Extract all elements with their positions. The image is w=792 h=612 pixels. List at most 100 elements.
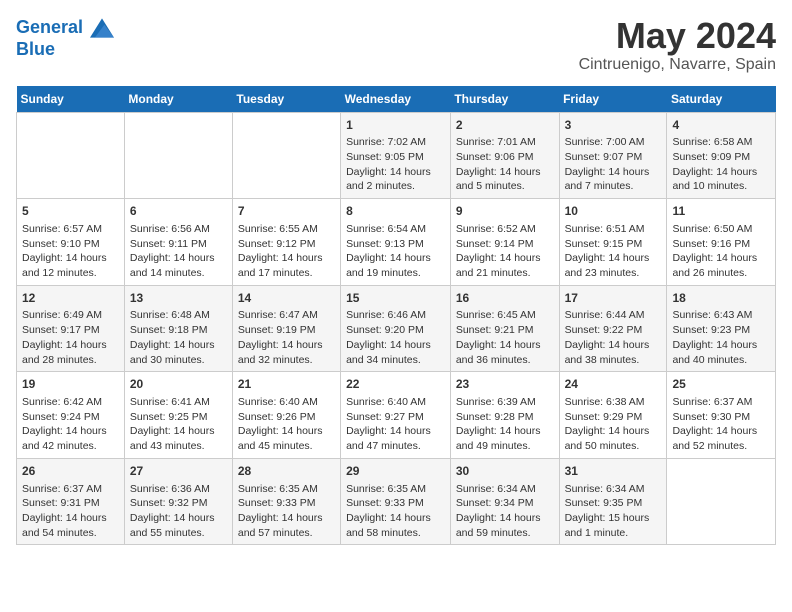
location-title: Cintruenigo, Navarre, Spain xyxy=(579,56,776,74)
cell-content-line: Sunset: 9:14 PM xyxy=(456,237,554,252)
title-area: May 2024 Cintruenigo, Navarre, Spain xyxy=(579,16,776,74)
calendar-table: SundayMondayTuesdayWednesdayThursdayFrid… xyxy=(16,86,776,546)
cell-content-line: and 55 minutes. xyxy=(130,526,227,541)
day-number: 18 xyxy=(672,290,770,307)
cell-content-line: Sunrise: 7:01 AM xyxy=(456,135,554,150)
cell-content-line: Sunset: 9:07 PM xyxy=(565,150,662,165)
calendar-cell: 26Sunrise: 6:37 AMSunset: 9:31 PMDayligh… xyxy=(17,458,125,545)
cell-content-line: Sunrise: 6:56 AM xyxy=(130,222,227,237)
cell-content-line: Sunset: 9:20 PM xyxy=(346,323,445,338)
calendar-cell: 31Sunrise: 6:34 AMSunset: 9:35 PMDayligh… xyxy=(559,458,667,545)
calendar-cell: 24Sunrise: 6:38 AMSunset: 9:29 PMDayligh… xyxy=(559,372,667,459)
cell-content-line: Sunset: 9:30 PM xyxy=(672,410,770,425)
cell-content-line: Daylight: 14 hours xyxy=(130,338,227,353)
cell-content-line: Sunset: 9:16 PM xyxy=(672,237,770,252)
calendar-cell: 28Sunrise: 6:35 AMSunset: 9:33 PMDayligh… xyxy=(232,458,340,545)
day-number: 11 xyxy=(672,203,770,220)
calendar-cell xyxy=(232,112,340,199)
cell-content-line: Sunset: 9:22 PM xyxy=(565,323,662,338)
cell-content-line: Daylight: 14 hours xyxy=(22,251,119,266)
cell-content-line: and 38 minutes. xyxy=(565,353,662,368)
logo-blue-text: Blue xyxy=(16,40,114,60)
calendar-cell: 19Sunrise: 6:42 AMSunset: 9:24 PMDayligh… xyxy=(17,372,125,459)
calendar-cell: 6Sunrise: 6:56 AMSunset: 9:11 PMDaylight… xyxy=(124,199,232,286)
day-number: 6 xyxy=(130,203,227,220)
day-number: 25 xyxy=(672,376,770,393)
cell-content-line: and 26 minutes. xyxy=(672,266,770,281)
calendar-cell: 4Sunrise: 6:58 AMSunset: 9:09 PMDaylight… xyxy=(667,112,776,199)
day-number: 24 xyxy=(565,376,662,393)
calendar-body: 1Sunrise: 7:02 AMSunset: 9:05 PMDaylight… xyxy=(17,112,776,545)
cell-content-line: Sunrise: 6:41 AM xyxy=(130,395,227,410)
month-title: May 2024 xyxy=(579,16,776,56)
cell-content-line: Sunrise: 6:40 AM xyxy=(238,395,335,410)
cell-content-line: and 23 minutes. xyxy=(565,266,662,281)
cell-content-line: Daylight: 14 hours xyxy=(22,511,119,526)
cell-content-line: Sunrise: 6:50 AM xyxy=(672,222,770,237)
cell-content-line: Daylight: 14 hours xyxy=(456,251,554,266)
cell-content-line: Daylight: 15 hours xyxy=(565,511,662,526)
cell-content-line: and 40 minutes. xyxy=(672,353,770,368)
cell-content-line: and 58 minutes. xyxy=(346,526,445,541)
cell-content-line: Sunrise: 6:51 AM xyxy=(565,222,662,237)
cell-content-line: Sunrise: 6:43 AM xyxy=(672,308,770,323)
cell-content-line: and 45 minutes. xyxy=(238,439,335,454)
cell-content-line: Sunset: 9:05 PM xyxy=(346,150,445,165)
weekday-header-monday: Monday xyxy=(124,86,232,113)
calendar-cell: 15Sunrise: 6:46 AMSunset: 9:20 PMDayligh… xyxy=(341,285,451,372)
day-number: 26 xyxy=(22,463,119,480)
cell-content-line: and 54 minutes. xyxy=(22,526,119,541)
cell-content-line: Sunset: 9:17 PM xyxy=(22,323,119,338)
cell-content-line: Sunset: 9:13 PM xyxy=(346,237,445,252)
day-number: 14 xyxy=(238,290,335,307)
calendar-cell: 7Sunrise: 6:55 AMSunset: 9:12 PMDaylight… xyxy=(232,199,340,286)
day-number: 19 xyxy=(22,376,119,393)
cell-content-line: Daylight: 14 hours xyxy=(238,424,335,439)
calendar-cell: 8Sunrise: 6:54 AMSunset: 9:13 PMDaylight… xyxy=(341,199,451,286)
cell-content-line: and 14 minutes. xyxy=(130,266,227,281)
cell-content-line: Daylight: 14 hours xyxy=(346,511,445,526)
cell-content-line: and 59 minutes. xyxy=(456,526,554,541)
cell-content-line: Daylight: 14 hours xyxy=(672,251,770,266)
calendar-cell: 27Sunrise: 6:36 AMSunset: 9:32 PMDayligh… xyxy=(124,458,232,545)
calendar-cell: 20Sunrise: 6:41 AMSunset: 9:25 PMDayligh… xyxy=(124,372,232,459)
cell-content-line: Sunrise: 6:36 AM xyxy=(130,482,227,497)
cell-content-line: Daylight: 14 hours xyxy=(565,165,662,180)
header: General Blue May 2024 Cintruenigo, Navar… xyxy=(16,16,776,74)
day-number: 3 xyxy=(565,117,662,134)
cell-content-line: Sunrise: 6:55 AM xyxy=(238,222,335,237)
cell-content-line: Sunrise: 7:02 AM xyxy=(346,135,445,150)
cell-content-line: Sunrise: 6:57 AM xyxy=(22,222,119,237)
cell-content-line: Sunrise: 6:45 AM xyxy=(456,308,554,323)
calendar-cell: 13Sunrise: 6:48 AMSunset: 9:18 PMDayligh… xyxy=(124,285,232,372)
cell-content-line: Daylight: 14 hours xyxy=(565,338,662,353)
calendar-week-2: 5Sunrise: 6:57 AMSunset: 9:10 PMDaylight… xyxy=(17,199,776,286)
day-number: 17 xyxy=(565,290,662,307)
calendar-week-4: 19Sunrise: 6:42 AMSunset: 9:24 PMDayligh… xyxy=(17,372,776,459)
calendar-cell: 23Sunrise: 6:39 AMSunset: 9:28 PMDayligh… xyxy=(450,372,559,459)
cell-content-line: Sunrise: 6:35 AM xyxy=(346,482,445,497)
cell-content-line: and 42 minutes. xyxy=(22,439,119,454)
cell-content-line: Daylight: 14 hours xyxy=(672,424,770,439)
cell-content-line: Daylight: 14 hours xyxy=(238,511,335,526)
cell-content-line: Sunset: 9:10 PM xyxy=(22,237,119,252)
calendar-cell: 10Sunrise: 6:51 AMSunset: 9:15 PMDayligh… xyxy=(559,199,667,286)
day-number: 29 xyxy=(346,463,445,480)
cell-content-line: and 30 minutes. xyxy=(130,353,227,368)
cell-content-line: Daylight: 14 hours xyxy=(565,424,662,439)
cell-content-line: and 2 minutes. xyxy=(346,179,445,194)
cell-content-line: Sunrise: 6:40 AM xyxy=(346,395,445,410)
calendar-cell: 25Sunrise: 6:37 AMSunset: 9:30 PMDayligh… xyxy=(667,372,776,459)
cell-content-line: Daylight: 14 hours xyxy=(456,165,554,180)
cell-content-line: Sunrise: 6:54 AM xyxy=(346,222,445,237)
cell-content-line: Sunset: 9:33 PM xyxy=(238,496,335,511)
cell-content-line: and 47 minutes. xyxy=(346,439,445,454)
day-number: 2 xyxy=(456,117,554,134)
calendar-week-1: 1Sunrise: 7:02 AMSunset: 9:05 PMDaylight… xyxy=(17,112,776,199)
cell-content-line: Daylight: 14 hours xyxy=(672,338,770,353)
cell-content-line: Sunset: 9:33 PM xyxy=(346,496,445,511)
day-number: 23 xyxy=(456,376,554,393)
cell-content-line: Sunset: 9:15 PM xyxy=(565,237,662,252)
day-number: 10 xyxy=(565,203,662,220)
calendar-cell: 17Sunrise: 6:44 AMSunset: 9:22 PMDayligh… xyxy=(559,285,667,372)
